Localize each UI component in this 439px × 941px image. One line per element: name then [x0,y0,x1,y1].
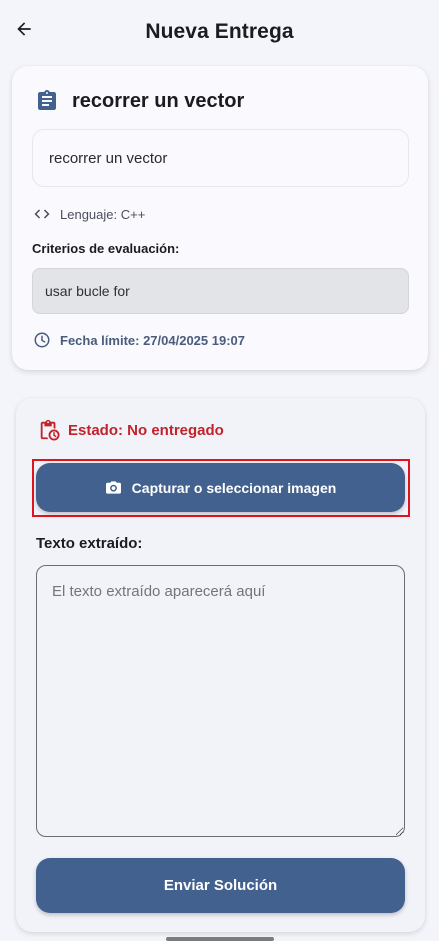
back-button[interactable] [10,17,38,45]
extracted-text-field[interactable] [36,565,405,837]
criteria-field: usar bucle for [32,268,409,314]
clipboard-icon [34,88,60,114]
status-row: Estado: No entregado [38,418,224,442]
page-title: Nueva Entrega [145,20,294,43]
task-description: recorrer un vector [32,129,409,187]
deadline-row: Fecha límite: 27/04/2025 19:07 [33,331,245,349]
app-bar: Nueva Entrega [0,0,439,64]
code-icon [33,205,51,223]
camera-icon [105,480,123,496]
criteria-label: Criterios de evaluación: [32,241,180,256]
pending-actions-icon [38,418,60,442]
language-text: Lenguaje: C++ [60,206,146,222]
task-title: recorrer un vector [72,89,245,112]
submission-card: Estado: No entregado Capturar o seleccio… [16,398,425,932]
task-info-card: recorrer un vector recorrer un vector Le… [12,66,428,370]
capture-image-label: Capturar o seleccionar imagen [131,479,337,496]
submit-solution-label: Enviar Solución [163,877,278,894]
submit-solution-button[interactable]: Enviar Solución [36,858,405,913]
extracted-text-label: Texto extraído: [36,535,143,552]
task-header: recorrer un vector [34,88,244,114]
home-indicator[interactable] [166,937,274,941]
status-text: Estado: No entregado [68,421,224,439]
arrow-left-icon [14,19,34,44]
capture-image-button[interactable]: Capturar o seleccionar imagen [36,463,405,512]
deadline-text: Fecha límite: 27/04/2025 19:07 [60,332,246,348]
clock-icon [33,331,51,349]
language-row: Lenguaje: C++ [33,205,145,223]
